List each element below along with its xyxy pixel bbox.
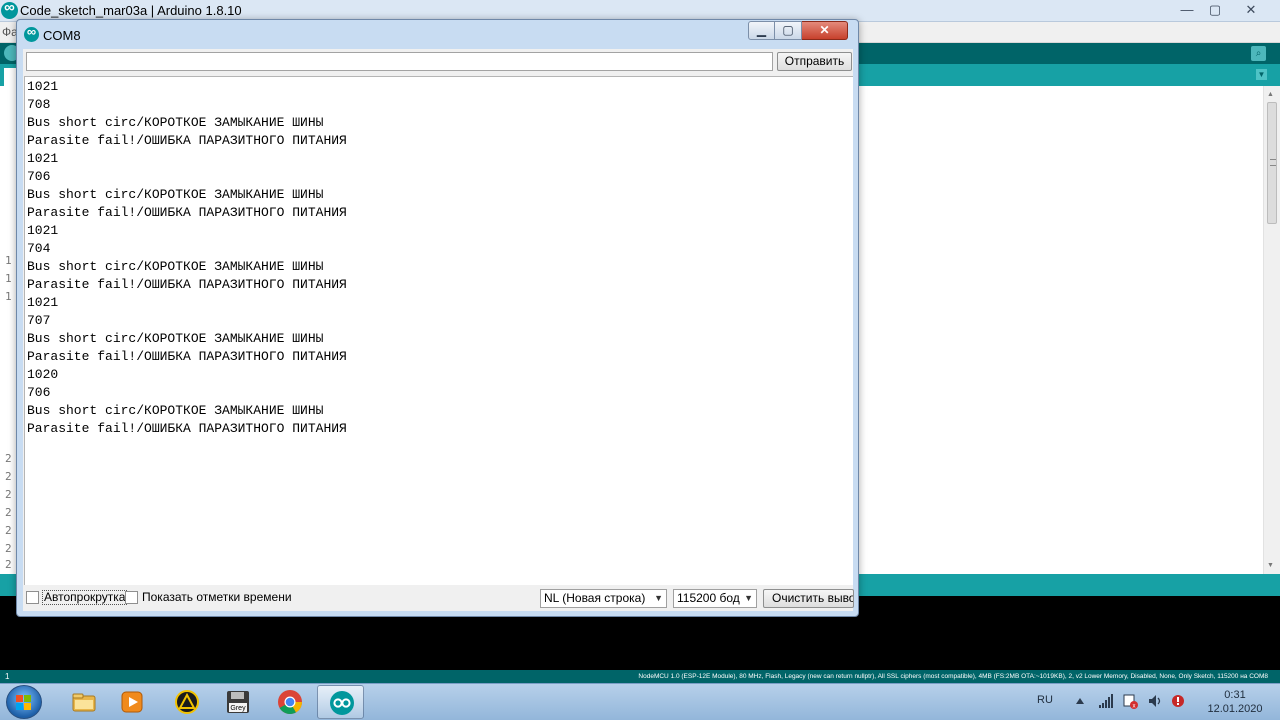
gutter-digit: 2 — [5, 542, 12, 555]
scroll-up-arrow-icon[interactable]: ▲ — [1267, 91, 1274, 98]
output-line: 1021 — [27, 295, 59, 310]
send-input[interactable] — [26, 52, 773, 71]
arduino-icon — [330, 691, 354, 715]
gutter-digit: 2 — [5, 506, 12, 519]
autoscroll-label[interactable]: Автопрокрутка — [42, 590, 128, 605]
output-line: 704 — [27, 241, 51, 256]
output-line: Bus short circ/КОРОТКОЕ ЗАМЫКАНИЕ ШИНЫ — [27, 115, 324, 130]
output-line: 707 — [27, 313, 51, 328]
taskbar: Grey RU x 0:31 12.01.2020 — [0, 683, 1280, 720]
serial-titlebar[interactable]: COM8 ▁ ▢ ✕ — [17, 20, 858, 49]
maximize-button[interactable]: ▢ — [775, 21, 802, 40]
output-line: Bus short circ/КОРОТКОЕ ЗАМЫКАНИЕ ШИНЫ — [27, 403, 324, 418]
output-line: Parasite fail!/ОШИБКА ПАРАЗИТНОГО ПИТАНИ… — [27, 133, 347, 148]
close-icon: ✕ — [819, 23, 830, 37]
gutter-digit: 2 — [5, 470, 12, 483]
output-line: Parasite fail!/ОШИБКА ПАРАЗИТНОГО ПИТАНИ… — [27, 205, 347, 220]
chevron-down-icon: ▼ — [744, 593, 753, 603]
volume-icon[interactable] — [1147, 693, 1163, 709]
taskbar-archive-app[interactable] — [163, 685, 210, 719]
taskbar-floppy-grey[interactable]: Grey — [214, 685, 261, 719]
ide-close-button[interactable]: ✕ — [1236, 0, 1266, 20]
output-line: Parasite fail!/ОШИБКА ПАРАЗИТНОГО ПИТАНИ… — [27, 349, 347, 364]
serial-monitor-window: COM8 ▁ ▢ ✕ Отправить 1021 708 Bus short ci… — [16, 19, 859, 617]
clock-time: 0:31 — [1224, 689, 1246, 701]
baud-rate-value: 115200 бод — [677, 591, 740, 605]
output-line: Bus short circ/КОРОТКОЕ ЗАМЫКАНИЕ ШИНЫ — [27, 259, 324, 274]
editor-scrollbar[interactable]: ▲ ▼ — [1263, 86, 1280, 574]
taskbar-chrome[interactable] — [266, 685, 313, 719]
maximize-icon: ▢ — [782, 23, 794, 37]
gutter-digit: 2 — [5, 488, 12, 501]
line-ending-value: NL (Новая строка) — [544, 591, 646, 605]
output-line: 708 — [27, 97, 51, 112]
scroll-down-arrow-icon[interactable]: ▼ — [1267, 562, 1274, 569]
gutter-digit: 2 — [5, 558, 12, 571]
chevron-down-icon: ▼ — [654, 593, 663, 603]
send-button[interactable]: Отправить — [777, 52, 852, 71]
network-signal-icon[interactable] — [1098, 693, 1114, 709]
explorer-icon — [72, 693, 96, 712]
autoscroll-checkbox[interactable] — [26, 591, 39, 604]
output-line: 1020 — [27, 367, 59, 382]
output-line: Parasite fail!/ОШИБКА ПАРАЗИТНОГО ПИТАНИ… — [27, 277, 347, 292]
minimize-button[interactable]: ▁ — [748, 21, 775, 40]
svg-text:x: x — [1133, 704, 1136, 710]
tab-menu-button[interactable]: ▼ — [1256, 69, 1267, 80]
output-line: 1021 — [27, 223, 59, 238]
windows-logo-icon — [16, 695, 32, 710]
current-line-number: 1 — [5, 672, 10, 681]
arduino-logo-icon — [24, 24, 39, 42]
floppy-grey-icon: Grey — [227, 691, 249, 713]
language-indicator[interactable]: RU — [1037, 694, 1053, 706]
output-line: Bus short circ/КОРОТКОЕ ЗАМЫКАНИЕ ШИНЫ — [27, 331, 324, 346]
chrome-icon — [278, 690, 302, 715]
clear-output-button[interactable]: Очистить вывод — [763, 589, 854, 608]
grip-icon — [1270, 159, 1276, 166]
arduino-logo-icon — [1, 0, 18, 19]
gutter-digit: 2 — [5, 524, 12, 537]
action-center-icon[interactable]: x — [1122, 693, 1138, 709]
output-line: 1021 — [27, 79, 59, 94]
output-line: Parasite fail!/ОШИБКА ПАРАЗИТНОГО ПИТАНИ… — [27, 421, 347, 436]
output-line: Bus short circ/КОРОТКОЕ ЗАМЫКАНИЕ ШИНЫ — [27, 187, 324, 202]
gutter-digit: 2 — [5, 452, 12, 465]
gutter-digit: 1 — [5, 272, 12, 285]
close-button[interactable]: ✕ — [802, 21, 848, 40]
serial-monitor-button[interactable]: ⌕ — [1251, 46, 1266, 61]
taskbar-media-player[interactable] — [108, 685, 155, 719]
minimize-icon: ▁ — [756, 23, 767, 37]
serial-body: Отправить 1021 708 Bus short circ/КОРОТКОЕ… — [23, 49, 854, 611]
archive-app-icon — [175, 690, 199, 714]
security-alert-icon[interactable] — [1170, 693, 1186, 709]
serial-options-bar: Автопрокрутка Показать отметки времени N… — [23, 586, 854, 611]
gutter-digit: 1 — [5, 254, 12, 267]
show-hidden-icons-icon[interactable] — [1072, 693, 1088, 709]
output-line: 706 — [27, 169, 51, 184]
ide-window-title: Code_sketch_mar03a | Arduino 1.8.10 — [20, 3, 242, 18]
timestamp-checkbox[interactable] — [125, 591, 138, 604]
media-player-icon — [121, 691, 143, 713]
scroll-thumb[interactable] — [1267, 102, 1277, 224]
board-info: NodeMCU 1.0 (ESP-12E Module), 80 MHz, Fl… — [638, 673, 1268, 680]
floppy-label: Grey — [230, 705, 246, 712]
serial-output[interactable]: 1021 708 Bus short circ/КОРОТКОЕ ЗАМЫКАНИЕ… — [24, 76, 853, 585]
output-lines: 1021 708 Bus short circ/КОРОТКОЕ ЗАМЫКАНИЕ… — [27, 78, 347, 438]
output-line: 1021 — [27, 151, 59, 166]
timestamp-label[interactable]: Показать отметки времени — [142, 591, 292, 604]
line-ending-select[interactable]: NL (Новая строка) ▼ — [540, 589, 667, 608]
ide-maximize-button[interactable]: ▢ — [1200, 0, 1230, 20]
baud-rate-select[interactable]: 115200 бод ▼ — [673, 589, 757, 608]
gutter-digit: 1 — [5, 290, 12, 303]
taskbar-arduino[interactable] — [317, 685, 364, 719]
clock-date: 12.01.2020 — [1207, 703, 1263, 715]
output-line: 706 — [27, 385, 51, 400]
ide-minimize-button[interactable]: — — [1172, 0, 1202, 20]
start-button[interactable] — [6, 685, 42, 719]
serial-window-title: COM8 — [43, 28, 81, 43]
taskbar-explorer[interactable] — [60, 685, 107, 719]
clock[interactable]: 0:31 12.01.2020 — [1196, 688, 1274, 716]
ide-footer: 1 NodeMCU 1.0 (ESP-12E Module), 80 MHz, … — [0, 670, 1280, 683]
